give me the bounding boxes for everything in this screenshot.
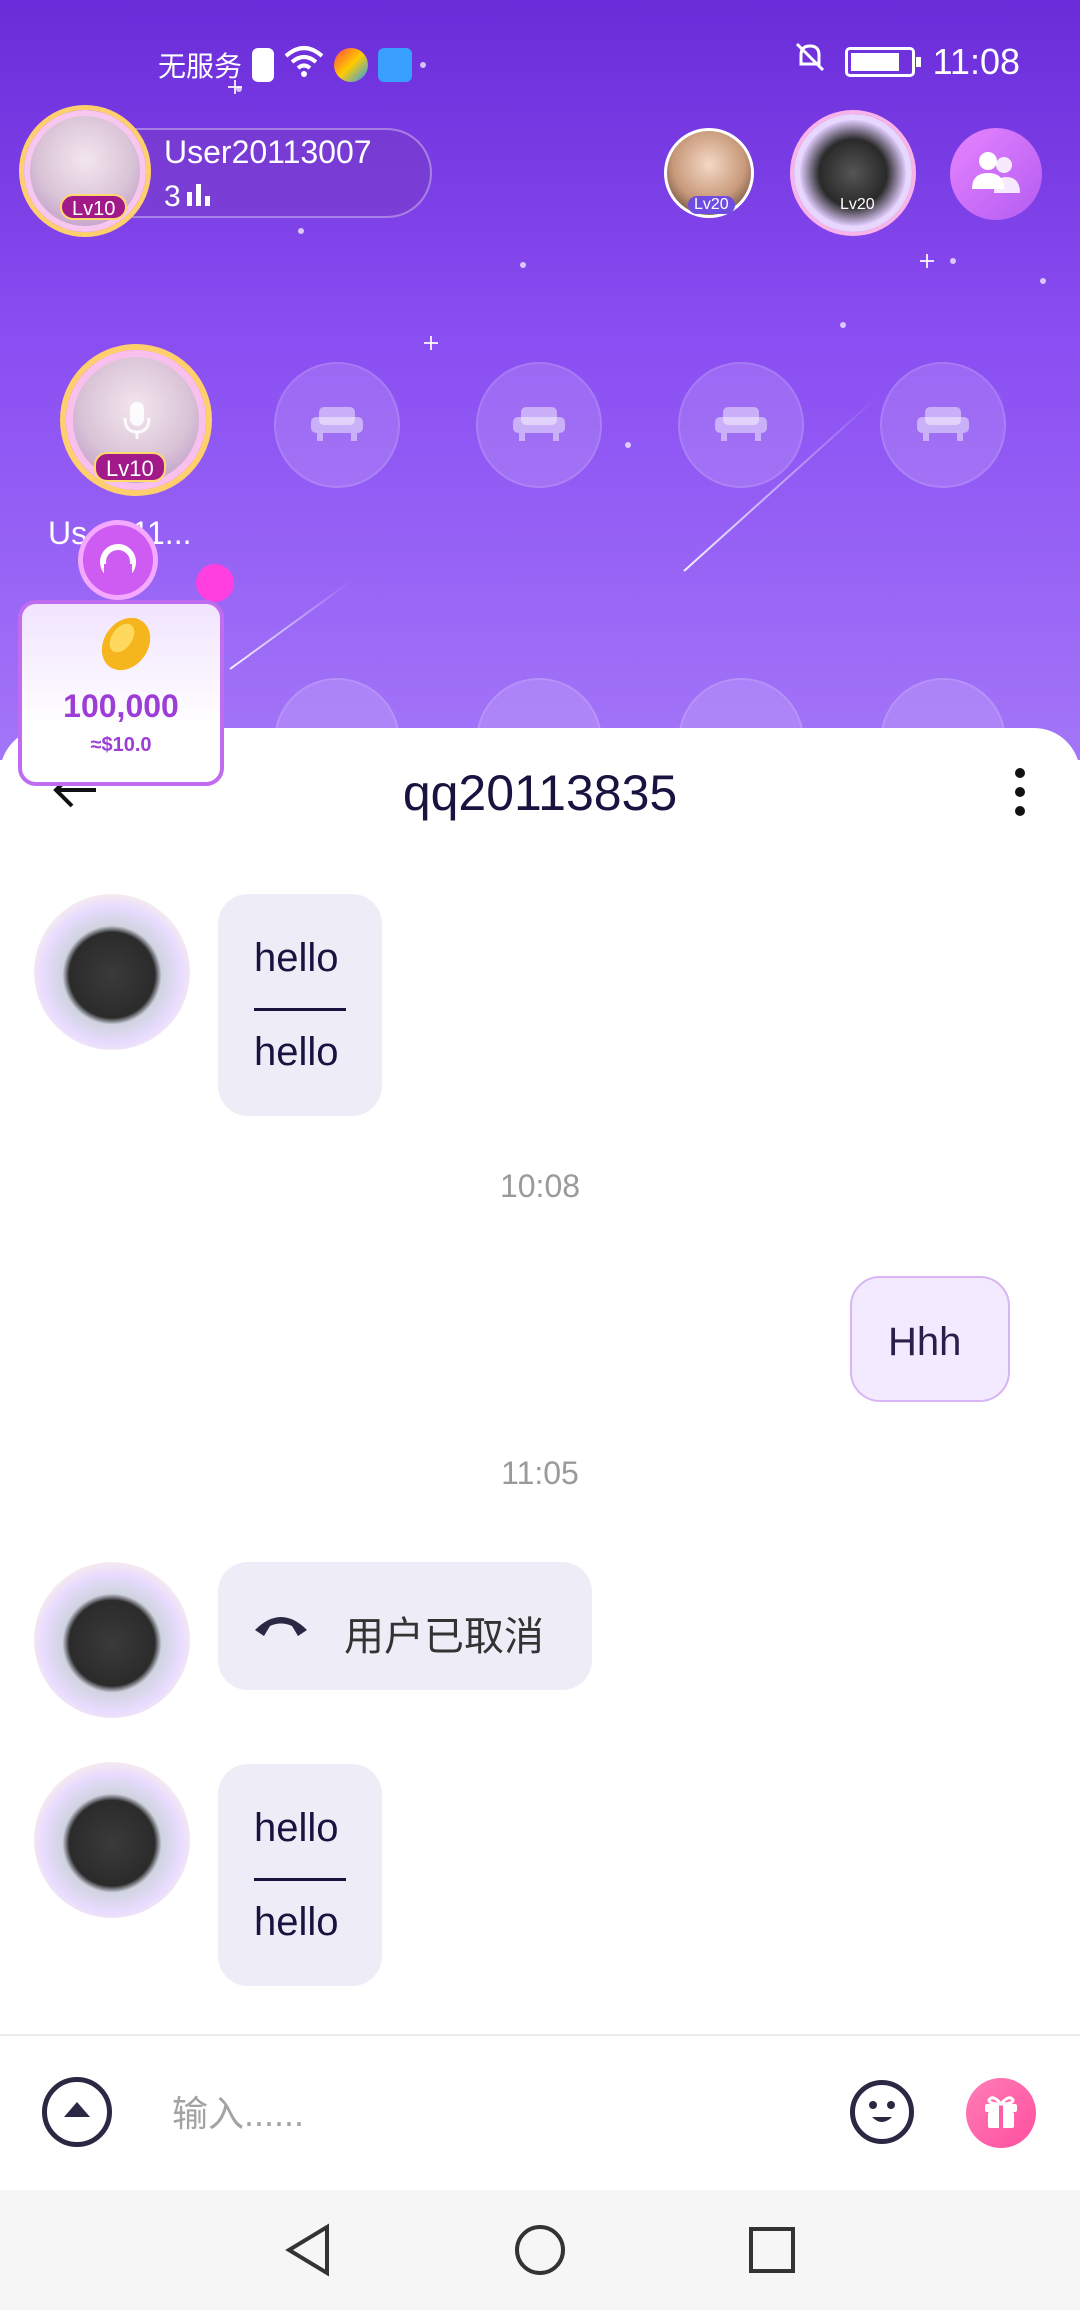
square-recents-icon [747, 2225, 797, 2280]
nav-back-button[interactable] [278, 2222, 338, 2282]
nav-recents-button[interactable] [742, 2222, 802, 2282]
message-line: hello [254, 936, 339, 980]
empty-seat[interactable] [880, 362, 1006, 488]
sender-avatar[interactable] [34, 1762, 190, 1918]
message-line: hello [254, 1030, 339, 1074]
online-count-text: 3 [164, 180, 181, 213]
star-decoration [625, 442, 631, 448]
shooting-star-decoration [229, 580, 352, 670]
message-divider [254, 1008, 346, 1011]
chevron-up-icon [62, 2100, 92, 2125]
gift-amount: 100,000 [63, 688, 179, 724]
empty-seat[interactable] [678, 362, 804, 488]
more-vertical-icon-dot [1015, 806, 1025, 816]
sparkle-decoration [424, 336, 438, 350]
signal-bars-icon [186, 180, 214, 214]
sofa-icon [511, 403, 567, 448]
sparkle-decoration [920, 254, 934, 268]
wifi-icon [284, 44, 324, 85]
send-gift-button[interactable] [966, 2078, 1036, 2148]
browser-notification-icon [378, 47, 413, 82]
star-decoration [840, 322, 846, 328]
host-level-badge: Lv10 [60, 194, 128, 220]
bean-coin-icon [94, 614, 156, 683]
host-name: User20113007 [164, 134, 372, 170]
seat-level-badge: Lv10 [94, 452, 166, 482]
battery-icon [844, 46, 921, 77]
message-timestamp: 10:08 [499, 1168, 581, 1204]
host-online-count: 3 [164, 180, 214, 214]
triangle-back-icon [283, 2222, 333, 2282]
users-icon [970, 149, 1022, 200]
star-decoration [520, 262, 526, 268]
sender-avatar[interactable] [34, 1562, 190, 1718]
sent-message-bubble[interactable]: Hhh [850, 1276, 1010, 1402]
sofa-icon [309, 403, 365, 448]
mute-bell-icon [793, 40, 827, 83]
message-line: hello [254, 1900, 339, 1944]
status-bar: 无服务 11:08 [0, 0, 1080, 120]
message-divider [254, 1878, 346, 1881]
star-decoration [298, 228, 304, 234]
app-notification-icon [334, 47, 369, 82]
emoji-button[interactable] [850, 2080, 914, 2144]
gift-box-top-icon [78, 520, 158, 600]
carrier-text: 无服务 [158, 50, 243, 82]
more-vertical-icon-dot [1015, 787, 1025, 797]
call-status-text: 用户已取消 [344, 1615, 544, 1659]
message-bubble[interactable]: hello hello [218, 1764, 382, 1986]
sofa-icon [915, 403, 971, 448]
star-decoration [950, 258, 956, 264]
emoji-icon [855, 2101, 909, 2143]
expand-panel-button[interactable] [42, 2077, 112, 2147]
empty-seat[interactable] [274, 362, 400, 488]
sofa-icon [713, 403, 769, 448]
message-timestamp: 11:05 [501, 1455, 579, 1491]
viewer-level-badge: Lv20 [840, 196, 875, 213]
microphone-icon [122, 400, 152, 445]
message-text: Hhh [888, 1320, 962, 1364]
star-decoration [1040, 278, 1046, 284]
more-options-button[interactable] [1000, 762, 1040, 822]
gift-usd-value: ≈$10.0 [90, 734, 152, 756]
message-input[interactable] [172, 2082, 812, 2146]
room-members-button[interactable] [950, 128, 1042, 220]
viewer-avatar[interactable] [794, 114, 912, 232]
sim-icon [252, 47, 275, 82]
sender-avatar[interactable] [34, 894, 190, 1050]
nav-home-button[interactable] [510, 2222, 570, 2282]
gift-reward-card[interactable]: 100,000 ≈$10.0 [18, 600, 224, 786]
notification-dot [196, 564, 234, 602]
gift-icon [981, 2092, 1021, 2135]
phone-hangup-icon [252, 1610, 310, 1645]
viewer-level-badge: Lv20 [688, 196, 735, 214]
message-bubble[interactable]: hello hello [218, 894, 382, 1116]
call-record-bubble[interactable]: 用户已取消 [218, 1562, 592, 1690]
clock-time: 11:08 [932, 40, 1020, 82]
circle-home-icon [513, 2223, 567, 2282]
more-vertical-icon-dot [1015, 768, 1025, 778]
message-line: hello [254, 1806, 339, 1850]
empty-seat[interactable] [476, 362, 602, 488]
